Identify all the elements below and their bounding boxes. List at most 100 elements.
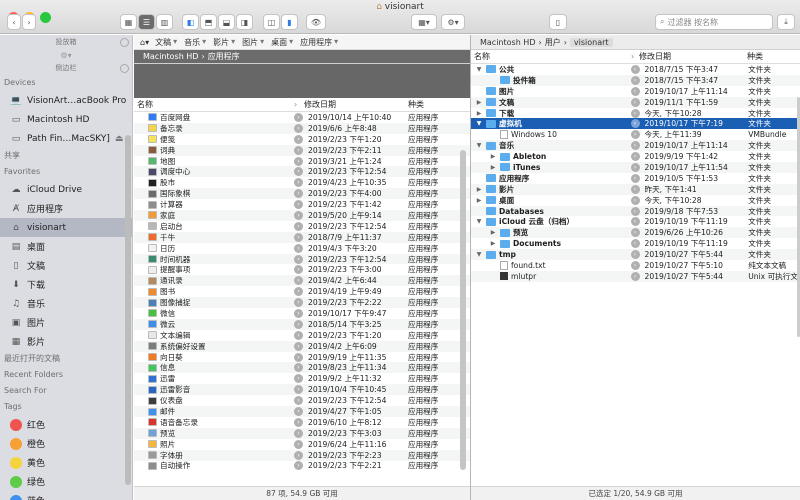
table-row[interactable]: 图像捕捉 › 2019/2/23 下午2:22 应用程序 [134,297,470,309]
table-row[interactable]: 时间机器 › 2019/2/23 下午12:54 应用程序 [134,253,470,265]
table-row[interactable]: 日历 › 2019/4/3 下午3:20 应用程序 [134,243,470,254]
path-segment[interactable]: Macintosh HD [480,38,535,47]
reveal-arrow-icon[interactable]: › [630,271,640,281]
shortcut-menu[interactable]: 图片 [242,37,258,48]
sidebar-tag-item[interactable]: 黄色 [0,453,132,472]
column-view-button[interactable]: ▥ [156,14,173,30]
table-row[interactable]: Windows 10 › 今天, 上午11:39 VMBundle [471,129,800,140]
reveal-arrow-icon[interactable]: › [630,184,640,194]
share-button[interactable]: ⤓ [777,14,795,30]
table-row[interactable]: 百度网盘 › 2019/10/14 上午10:40 应用程序 [134,112,470,123]
layout-right-button[interactable]: ◨ [236,14,253,30]
sidebar-item-applications[interactable]: Ⱥ 应用程序 [0,199,132,218]
dropbox-close-icon[interactable] [120,38,129,47]
reveal-arrow-icon[interactable]: › [294,374,303,384]
sidebar-tag-item[interactable]: 蓝色 [0,491,132,500]
disclosure-closed-icon[interactable]: ▶ [475,99,483,106]
reveal-arrow-icon[interactable]: › [294,287,303,297]
sidebar-tag-item[interactable]: 红色 [0,415,132,434]
reveal-arrow-icon[interactable]: › [630,217,640,227]
table-row[interactable]: mlutpr › 2019/10/27 下午5:44 Unix 可执行文 [471,270,800,282]
disclosure-open-icon[interactable]: ▼ [475,142,483,149]
sidebar-section-search-for[interactable]: Search For [0,383,132,399]
reveal-arrow-icon[interactable]: › [294,221,303,231]
shortcut-menu[interactable]: 文稿 [155,37,171,48]
reveal-arrow-icon[interactable]: › [630,162,640,172]
reveal-arrow-icon[interactable]: › [294,178,303,188]
table-row[interactable]: 预览 › 2019/2/23 下午3:03 应用程序 [134,427,470,439]
reveal-arrow-icon[interactable]: › [294,396,303,406]
home-menu-button[interactable]: ⌂▾ [140,38,149,47]
reveal-arrow-icon[interactable]: › [294,461,303,471]
table-row[interactable]: 调度中心 › 2019/2/23 下午12:54 应用程序 [134,166,470,178]
reveal-arrow-icon[interactable]: › [294,428,303,438]
disclosure-open-icon[interactable]: ▼ [475,120,483,127]
reveal-arrow-icon[interactable]: › [294,319,303,329]
layout-left-button[interactable]: ◧ [182,14,199,30]
dropbox-area[interactable]: ⚙▾ [0,49,132,61]
table-row[interactable]: ▶ 文稿 › 2019/11/1 下午1:59 文件夹 [471,96,800,108]
reveal-arrow-icon[interactable]: › [630,173,640,183]
column-header-name[interactable]: 名称 [471,51,631,62]
table-row[interactable]: 文本编辑 › 2019/2/23 下午1:20 应用程序 [134,330,470,341]
disclosure-closed-icon[interactable]: ▶ [489,164,497,171]
reveal-arrow-icon[interactable]: › [294,243,303,253]
shortcut-menu[interactable]: 应用程序 [300,37,332,48]
reveal-arrow-icon[interactable]: › [294,417,303,427]
table-row[interactable]: 向日葵 › 2019/9/19 上午11:35 应用程序 [134,352,470,363]
sidebar-scrollbar[interactable] [125,135,131,485]
back-button[interactable]: ‹ [7,14,21,30]
table-row[interactable]: 图书 › 2019/4/19 上午9:49 应用程序 [134,286,470,297]
action-button[interactable]: ⚙▾ [441,14,465,30]
sidebar-item-macbook[interactable]: 💻 VisionArt…acBook Pro [0,91,132,110]
reveal-arrow-icon[interactable]: › [294,167,303,177]
table-row[interactable]: ▼ 音乐 › 2019/10/17 上午11:14 文件夹 [471,140,800,152]
reveal-arrow-icon[interactable]: › [294,123,303,133]
table-row[interactable]: 迅雷 › 2019/9/2 上午11:32 应用程序 [134,373,470,384]
sidebar-item-downloads[interactable]: ⬇ 下载 [0,275,132,294]
reveal-arrow-icon[interactable]: › [294,112,303,122]
sidebar-item-desktop[interactable]: ▤ 桌面 [0,237,132,256]
reveal-arrow-icon[interactable]: › [294,439,303,449]
disclosure-closed-icon[interactable]: ▶ [489,153,497,160]
reveal-arrow-icon[interactable]: › [294,298,303,308]
reveal-arrow-icon[interactable]: › [630,108,640,118]
sidebar-item-movies[interactable]: ▦ 影片 [0,332,132,351]
reveal-arrow-icon[interactable]: › [294,200,303,210]
path-segment[interactable]: 用户 [545,37,561,48]
disclosure-closed-icon[interactable]: ▶ [489,229,497,236]
table-row[interactable]: 股市 › 2019/4/23 上午10:35 应用程序 [134,177,470,188]
sidebar-item-icloud-drive[interactable]: ☁ iCloud Drive [0,180,132,199]
reveal-arrow-icon[interactable]: › [294,276,303,286]
reveal-arrow-icon[interactable]: › [294,134,303,144]
disclosure-closed-icon[interactable]: ▶ [489,240,497,247]
reveal-arrow-icon[interactable]: › [630,75,640,85]
left-scrollbar[interactable] [460,150,466,470]
table-row[interactable]: 迅雷影音 › 2019/10/4 下午10:45 应用程序 [134,384,470,396]
search-field[interactable]: ⌕ 过滤器 按名称 [655,14,773,30]
icon-view-button[interactable]: ▦ [120,14,137,30]
path-segment-current[interactable]: visionart [569,37,613,47]
shortcut-menu[interactable]: 音乐 [184,37,200,48]
sidebar-tag-item[interactable]: 绿色 [0,472,132,491]
sidebar-item-documents[interactable]: ▯ 文稿 [0,256,132,275]
table-row[interactable]: 系统偏好设置 › 2019/4/2 上午6:09 应用程序 [134,340,470,352]
path-segment[interactable]: 应用程序 [208,51,240,62]
reveal-arrow-icon[interactable]: › [294,254,303,264]
table-row[interactable]: ▼ 虚拟机 › 2019/10/17 下午7:19 文件夹 [471,118,800,130]
disclosure-open-icon[interactable]: ▼ [475,251,483,258]
reveal-arrow-icon[interactable]: › [630,141,640,151]
column-header-date[interactable]: 修改日期 [304,99,408,110]
reveal-arrow-icon[interactable]: › [630,130,640,140]
reveal-arrow-icon[interactable]: › [630,119,640,129]
disclosure-open-icon[interactable]: ▼ [475,66,483,73]
reveal-arrow-icon[interactable]: › [294,450,303,460]
reveal-arrow-icon[interactable]: › [294,232,303,242]
sidebar-item-music[interactable]: ♫ 音乐 [0,294,132,313]
table-row[interactable]: 应用程序 › 2019/10/5 下午1:53 文件夹 [471,173,800,184]
reveal-arrow-icon[interactable]: › [630,195,640,205]
reveal-arrow-icon[interactable]: › [630,239,640,249]
disclosure-closed-icon[interactable]: ▶ [475,197,483,204]
table-row[interactable]: ▶ 下载 › 今天, 下午10:28 文件夹 [471,108,800,119]
table-row[interactable]: 自动操作 › 2019/2/23 下午2:21 应用程序 [134,461,470,472]
